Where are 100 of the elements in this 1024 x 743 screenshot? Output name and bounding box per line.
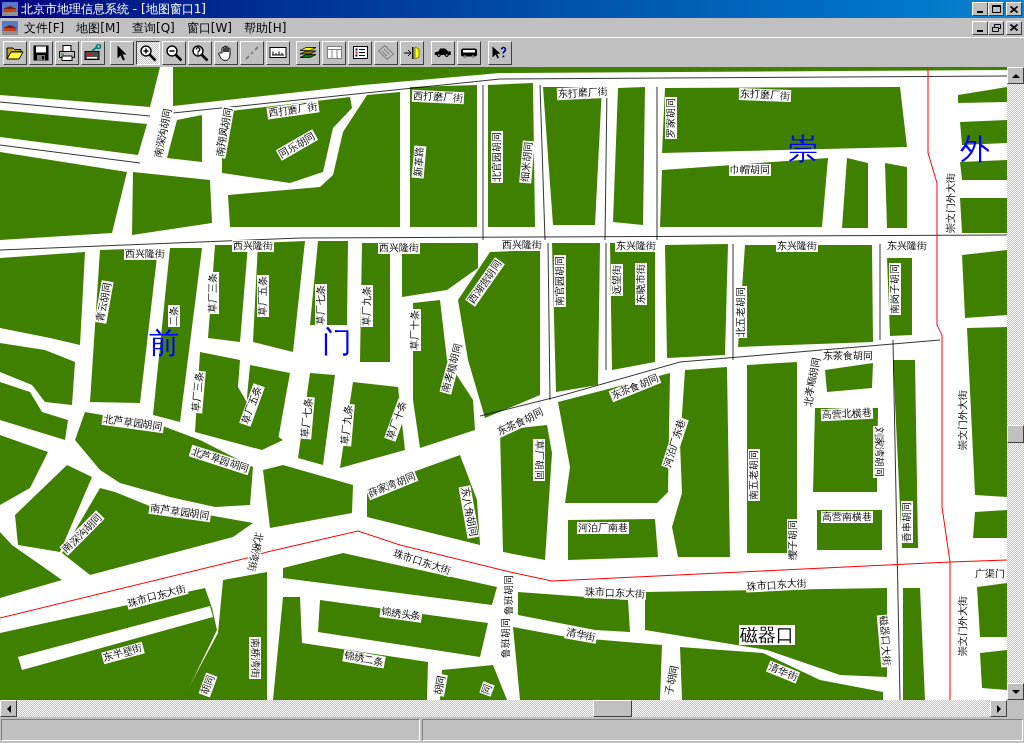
minimize-button[interactable]: [972, 2, 988, 16]
layers-icon: [299, 47, 317, 58]
printer-icon: [58, 43, 76, 62]
zoom-in-button[interactable]: [136, 40, 160, 65]
scroll-thumb[interactable]: [1007, 425, 1024, 443]
left-arrow-icon: [6, 704, 11, 713]
right-arrow-icon: [996, 704, 1001, 713]
street-label: 南桥湾街: [249, 637, 261, 679]
zoom-out-icon: [165, 43, 183, 62]
window-title: 北京市地理信息系统 - [地图窗口1]: [21, 1, 206, 17]
street-label: 崇文门外大街: [945, 172, 957, 234]
child-minimize-button[interactable]: [972, 20, 988, 35]
menu-item[interactable]: 文件[F]: [18, 19, 71, 36]
layers-button[interactable]: [296, 40, 320, 65]
eraser-icon: [378, 45, 394, 60]
close-button[interactable]: [1006, 2, 1022, 16]
menu-item[interactable]: 地图[M]: [70, 19, 126, 36]
open-button[interactable]: [3, 40, 27, 65]
arrow-cursor-icon: [117, 43, 127, 62]
street-label: 罗家胡同: [665, 97, 677, 139]
place-label: 磁器口: [739, 625, 795, 645]
up-arrow-icon: [1011, 73, 1020, 78]
pan-button[interactable]: [214, 40, 238, 65]
district-label: 崇: [788, 133, 818, 165]
restore-icon: [991, 23, 1001, 32]
scroll-thumb[interactable]: [593, 700, 632, 717]
street-label: 巾帽胡同: [729, 164, 771, 176]
magnifier-question-icon: [191, 43, 209, 62]
street-label: 东兴隆街: [776, 240, 818, 252]
street-label: 东晓市街: [635, 263, 647, 305]
child-close-button[interactable]: [1006, 20, 1022, 35]
list-icon: [352, 46, 368, 59]
street-label: 南官园胡同: [554, 255, 566, 307]
car-button[interactable]: [431, 40, 455, 65]
street-label: 崇文门外大街: [957, 389, 969, 451]
street-label: 广渠门: [974, 568, 1006, 580]
street-label: 西兴隆街: [124, 248, 166, 260]
street-label: 西兴隆街: [232, 240, 274, 252]
select-button[interactable]: [110, 40, 134, 65]
street-label: 鲁班胡同: [503, 574, 515, 616]
child-restore-button[interactable]: [988, 20, 1004, 35]
legend-button[interactable]: [348, 40, 372, 65]
street-label: 草厂三条: [207, 272, 219, 314]
zoom-out-button[interactable]: [162, 40, 186, 65]
app-icon: [2, 2, 18, 16]
street-label: 南五老胡同: [748, 449, 760, 501]
menu-item[interactable]: 查询[Q]: [126, 19, 181, 36]
scroll-right-button[interactable]: [990, 700, 1007, 717]
street-label: 香串胡同: [901, 501, 913, 543]
street-label: 草厂七条: [315, 284, 327, 326]
district-label: 门: [322, 326, 352, 358]
scroll-left-button[interactable]: [0, 700, 17, 717]
query-button[interactable]: [188, 40, 212, 65]
street-label: 缨子胡同: [787, 519, 799, 561]
arrow-bar-icon: [403, 45, 421, 60]
street-label: 崇文门外大街: [957, 595, 969, 657]
street-label: 河泊厂南巷: [577, 522, 629, 534]
car-icon: [434, 48, 452, 57]
street-label: 草厂九条: [361, 285, 373, 327]
street-label: 东茶食胡同: [822, 350, 874, 362]
street-label: 南岗子胡同: [889, 263, 901, 315]
down-arrow-icon: [1011, 689, 1020, 694]
street-label: 东兴隆街: [615, 240, 657, 252]
menu-item[interactable]: 窗口[W]: [180, 19, 239, 36]
horizontal-scrollbar[interactable]: [0, 700, 1007, 717]
zoom-in-icon: [139, 43, 157, 62]
print-button[interactable]: [55, 40, 79, 65]
street-label: 刘家湾胡同: [873, 426, 885, 478]
street-label: 草厂十条: [409, 309, 421, 351]
bus-icon: [460, 47, 478, 58]
maximize-icon: [991, 5, 1001, 13]
vertical-scrollbar[interactable]: [1007, 67, 1024, 700]
street-label: 西兴隆街: [378, 242, 420, 254]
menu-item[interactable]: 帮助[H]: [238, 19, 293, 36]
close-icon: [1010, 24, 1018, 31]
ruler-icon: [269, 47, 287, 58]
street-label: 东兴隆街: [886, 240, 928, 252]
street-label: 北五老胡同: [735, 286, 747, 338]
bus-button[interactable]: [457, 40, 481, 65]
street-label: 远望街: [611, 264, 623, 296]
scale-button[interactable]: [266, 40, 290, 65]
street-label: 高营南横巷: [821, 511, 873, 523]
minimize-icon: [977, 29, 983, 32]
street-label: 北官园胡同: [491, 131, 503, 183]
printer-wrench-icon: [84, 43, 102, 62]
save-button[interactable]: [29, 40, 53, 65]
minimize-icon: [977, 11, 983, 13]
street-label: 草厂胡同: [533, 439, 545, 481]
print-setup-button[interactable]: [81, 40, 105, 65]
app-icon: [2, 20, 18, 35]
measure-button[interactable]: [400, 40, 424, 65]
scroll-down-button[interactable]: [1007, 683, 1024, 700]
help-cursor-icon: [491, 45, 509, 60]
street-label: 鲁班胡同: [500, 617, 512, 659]
dashed-line-icon: [245, 45, 259, 60]
scroll-up-button[interactable]: [1007, 67, 1024, 84]
help-button[interactable]: [488, 40, 512, 65]
table-icon: [326, 46, 342, 59]
street-label: 西兴隆街: [501, 239, 543, 251]
maximize-button[interactable]: [988, 2, 1004, 16]
